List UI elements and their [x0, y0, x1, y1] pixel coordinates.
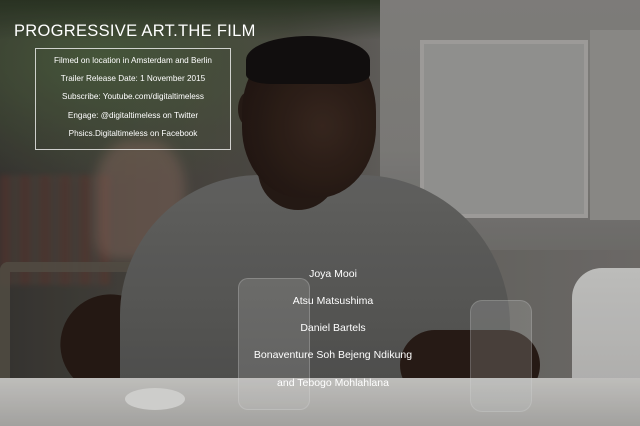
credit-name: Daniel Bartels: [300, 322, 366, 334]
credit-name: Bonaventure Soh Bejeng Ndikung: [253, 349, 413, 361]
poster-title: PROGRESSIVE ART.THE FILM: [14, 22, 256, 40]
info-line-twitter: Engage: @digitaltimeless on Twitter: [67, 111, 199, 120]
credit-name: Joya Mooi: [309, 268, 357, 280]
info-line-location: Filmed on location in Amsterdam and Berl…: [54, 56, 212, 65]
info-line-facebook: Phsics.Digitaltimeless on Facebook: [68, 129, 198, 138]
credit-name: Atsu Matsushima: [292, 295, 374, 307]
info-line-release-date: Trailer Release Date: 1 November 2015: [60, 74, 206, 83]
info-box: Filmed on location in Amsterdam and Berl…: [35, 48, 231, 150]
credit-name: and Tebogo Mohlahlana: [277, 377, 389, 389]
film-poster-photo: PROGRESSIVE ART.THE FILM Filmed on locat…: [0, 0, 640, 426]
info-line-youtube: Subscribe: Youtube.com/digitaltimeless: [62, 92, 204, 101]
